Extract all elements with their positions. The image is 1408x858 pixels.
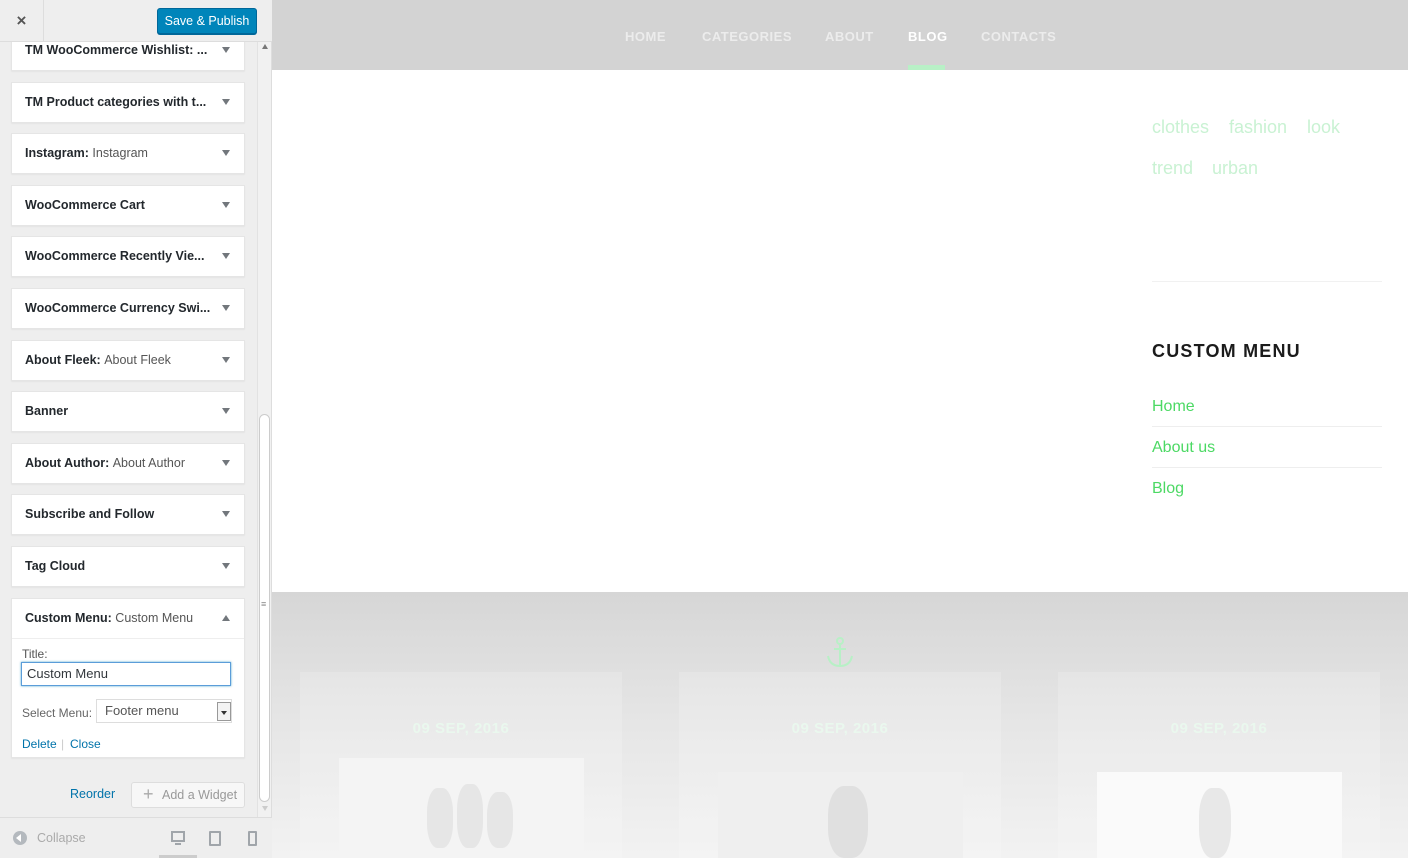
chevron-down-icon[interactable] — [222, 304, 230, 311]
nav-item-categories[interactable]: CATEGORIES — [702, 29, 792, 44]
tags-heading-clipped — [1152, 56, 1204, 70]
scrollbar-thumb[interactable]: ≡ — [259, 414, 270, 802]
widget-title: WooCommerce Cart — [25, 197, 145, 212]
widget-title: WooCommerce Currency Swi... — [25, 300, 211, 315]
tag-link[interactable]: clothes — [1152, 117, 1209, 138]
sidebar-divider — [1152, 281, 1382, 282]
customizer-footer: Collapse — [0, 817, 272, 858]
widget-custom-menu: Custom Menu: Custom Menu Title: Select M… — [11, 597, 245, 758]
menu-divider — [1152, 467, 1382, 468]
chevron-down-icon[interactable] — [222, 253, 230, 260]
collapse-button[interactable]: Collapse — [37, 831, 86, 845]
widget-title: Custom Menu: Custom Menu — [25, 610, 194, 625]
tag-link[interactable]: look — [1307, 117, 1340, 138]
title-field-label: Title: — [22, 646, 48, 661]
widget-about-author[interactable]: About Author: About Author — [11, 442, 245, 484]
custom-menu-link-about[interactable]: About us — [1152, 439, 1215, 457]
widget-custom-menu-header[interactable]: Custom Menu: Custom Menu — [12, 599, 244, 639]
menu-divider — [1152, 426, 1382, 427]
widget-title: Subscribe and Follow — [25, 507, 155, 522]
chevron-down-icon[interactable] — [222, 47, 230, 53]
mobile-preview-icon[interactable] — [248, 831, 257, 846]
widget-title: TM Product categories with t... — [25, 94, 207, 109]
close-widget-link[interactable]: Close — [70, 737, 101, 751]
widget-title: Instagram: Instagram — [25, 146, 148, 161]
reorder-link[interactable]: Reorder — [70, 787, 115, 801]
nav-item-home[interactable]: HOME — [625, 29, 666, 44]
title-input[interactable] — [21, 661, 231, 686]
tag-link[interactable]: urban — [1212, 158, 1258, 179]
widget-woocommerce-currency-switcher[interactable]: WooCommerce Currency Swi... — [11, 287, 245, 329]
link-separator: | — [61, 736, 65, 751]
add-widget-button[interactable]: + Add a Widget — [131, 782, 245, 808]
scroll-up-arrow-icon[interactable] — [262, 44, 268, 49]
widget-tm-product-categories[interactable]: TM Product categories with t... — [11, 81, 245, 123]
widget-list-panel: TM WooCommerce Wishlist: ... TM Product … — [0, 42, 257, 817]
widget-subscribe-follow[interactable]: Subscribe and Follow — [11, 494, 245, 536]
close-customizer-button[interactable]: × — [0, 0, 44, 42]
chevron-down-icon[interactable] — [222, 408, 230, 415]
nav-item-contacts[interactable]: CONTACTS — [981, 29, 1056, 44]
grip-icon: ≡ — [261, 599, 267, 609]
widget-tm-wishlist[interactable]: TM WooCommerce Wishlist: ... — [11, 42, 245, 71]
post-image[interactable] — [339, 758, 584, 858]
select-menu-value: Footer menu — [105, 702, 179, 718]
widget-banner[interactable]: Banner — [11, 391, 245, 433]
custom-menu-link-blog[interactable]: Blog — [1152, 480, 1184, 498]
tag-link[interactable]: fashion — [1229, 117, 1287, 138]
chevron-down-icon[interactable] — [222, 511, 230, 518]
scroll-down-arrow-icon[interactable] — [262, 806, 268, 811]
chevron-down-icon[interactable] — [222, 459, 230, 466]
post-date: 09 SEP, 2016 — [791, 720, 889, 737]
delete-widget-link[interactable]: Delete — [22, 737, 57, 751]
anchor-icon — [827, 637, 853, 668]
post-image[interactable] — [1097, 772, 1342, 858]
collapse-icon[interactable] — [13, 831, 27, 845]
widget-title: Tag Cloud — [25, 558, 86, 573]
nav-item-about[interactable]: ABOUT — [825, 29, 874, 44]
customizer-sidebar: × Save & Publish TM WooCommerce Wishlist… — [0, 0, 272, 858]
custom-menu-link-home[interactable]: Home — [1152, 398, 1195, 416]
post-date: 09 SEP, 2016 — [1170, 720, 1268, 737]
main-navigation: HOME CATEGORIES ABOUT BLOG CONTACTS — [272, 0, 1408, 70]
add-widget-label: Add a Widget — [162, 788, 238, 802]
footer-posts-section: 09 SEP, 2016 09 SEP, 2016 09 SEP, 2016 — [272, 592, 1408, 858]
widget-list: TM WooCommerce Wishlist: ... TM Product … — [11, 42, 245, 768]
widget-title: About Author: About Author — [25, 455, 185, 470]
plus-icon: + — [143, 784, 154, 804]
sidebar-scrollbar[interactable]: ≡ — [257, 42, 271, 817]
chevron-up-icon[interactable] — [222, 614, 230, 621]
customizer-header: × Save & Publish — [0, 0, 272, 42]
widget-tag-cloud[interactable]: Tag Cloud — [11, 545, 245, 587]
site-preview: HOME CATEGORIES ABOUT BLOG CONTACTS clot… — [272, 0, 1408, 858]
dropdown-arrow-icon[interactable] — [217, 701, 231, 721]
widget-title: TM WooCommerce Wishlist: ... — [25, 43, 208, 57]
chevron-down-icon[interactable] — [222, 562, 230, 569]
select-menu-dropdown[interactable]: Footer menu — [96, 698, 232, 723]
tag-link[interactable]: trend — [1152, 158, 1193, 179]
chevron-down-icon[interactable] — [222, 150, 230, 157]
post-image[interactable] — [718, 772, 963, 858]
nav-item-blog[interactable]: BLOG — [908, 29, 948, 44]
save-publish-button[interactable]: Save & Publish — [157, 8, 257, 34]
widget-woocommerce-cart[interactable]: WooCommerce Cart — [11, 184, 245, 226]
desktop-preview-icon[interactable] — [171, 831, 185, 845]
nav-active-indicator — [908, 65, 945, 70]
select-menu-label: Select Menu: — [22, 705, 93, 720]
widget-about-fleek[interactable]: About Fleek: About Fleek — [11, 339, 245, 381]
widget-woocommerce-recently-viewed[interactable]: WooCommerce Recently Vie... — [11, 236, 245, 278]
widget-title: About Fleek: About Fleek — [25, 352, 171, 367]
widget-instagram[interactable]: Instagram: Instagram — [11, 133, 245, 175]
widget-title: Banner — [25, 404, 69, 419]
chevron-down-icon[interactable] — [222, 98, 230, 105]
custom-menu-heading: CUSTOM MENU — [1152, 341, 1301, 361]
widget-title: WooCommerce Recently Vie... — [25, 249, 205, 264]
chevron-down-icon[interactable] — [222, 356, 230, 363]
tablet-preview-icon[interactable] — [209, 831, 221, 846]
post-date: 09 SEP, 2016 — [412, 720, 510, 737]
chevron-down-icon[interactable] — [222, 201, 230, 208]
